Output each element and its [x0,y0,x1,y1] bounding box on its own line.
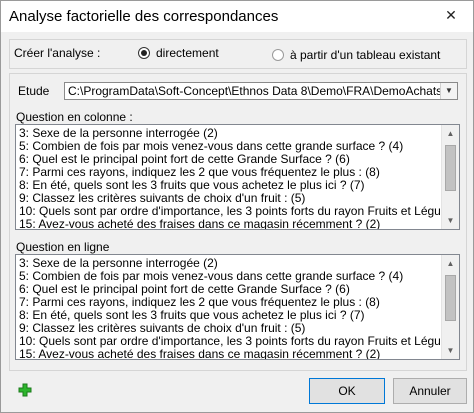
colonne-label: Question en colonne : [16,110,133,124]
radio-selected-dot [141,50,147,56]
list-item[interactable]: 9: Classez les critères suivants de choi… [19,322,305,335]
list-item[interactable]: 8: En été, quels sont les 3 fruits que v… [19,309,365,322]
list-item[interactable]: 15: Avez-vous acheté des fraises dans ce… [19,218,380,230]
list-item[interactable]: 3: Sexe de la personne interrogée (2) [19,257,218,270]
dialog-window: Analyse factorielle des correspondances … [0,0,474,413]
list-item[interactable]: 10: Quels sont par ordre d'importance, l… [19,205,459,218]
radio-directement[interactable] [138,47,150,59]
radio-tableau-existant[interactable] [272,49,284,61]
list-item[interactable]: 10: Quels sont par ordre d'importance, l… [19,335,459,348]
ligne-scrollbar[interactable]: ▲ ▼ [441,255,459,359]
scroll-down-icon[interactable]: ▼ [442,212,459,229]
list-item[interactable]: 15: Avez-vous acheté des fraises dans ce… [19,348,380,360]
scroll-up-icon[interactable]: ▲ [442,255,459,272]
ligne-label: Question en ligne [16,240,110,254]
etude-label: Etude [18,84,50,98]
radio-tableau-existant-label[interactable]: à partir d'un tableau existant [290,48,440,62]
list-item[interactable]: 7: Parmi ces rayons, indiquez les 2 que … [19,166,380,179]
scroll-down-icon[interactable]: ▼ [442,342,459,359]
title-bar: Analyse factorielle des correspondances … [1,1,473,32]
list-item[interactable]: 3: Sexe de la personne interrogée (2) [19,127,218,140]
scroll-up-icon[interactable]: ▲ [442,125,459,142]
dialog-title: Analyse factorielle des correspondances [9,8,279,25]
etude-combobox[interactable]: C:\ProgramData\Soft-Concept\Ethnos Data … [64,82,458,100]
etude-path: C:\ProgramData\Soft-Concept\Ethnos Data … [68,84,458,98]
ok-button[interactable]: OK [309,378,385,404]
radio-directement-label[interactable]: directement [156,46,219,60]
scroll-thumb[interactable] [445,275,456,321]
ligne-listbox[interactable]: 15: Avez-vous acheté des fraises dans ce… [15,254,460,360]
colonne-listbox[interactable]: 15: Avez-vous acheté des fraises dans ce… [15,124,460,230]
colonne-scrollbar[interactable]: ▲ ▼ [441,125,459,229]
create-analysis-group: Créer l'analyse : directement à partir d… [9,39,467,69]
list-item[interactable]: 8: En été, quels sont les 3 fruits que v… [19,179,365,192]
scroll-thumb[interactable] [445,145,456,191]
chevron-down-icon[interactable]: ▼ [440,83,457,99]
cancel-button[interactable]: Annuler [393,378,467,404]
list-item[interactable]: 6: Quel est le principal point fort de c… [19,283,350,296]
questions-group: Etude C:\ProgramData\Soft-Concept\Ethnos… [9,73,467,371]
list-item[interactable]: 9: Classez les critères suivants de choi… [19,192,305,205]
list-item[interactable]: 6: Quel est le principal point fort de c… [19,153,350,166]
create-analysis-label: Créer l'analyse : [14,46,101,60]
list-item[interactable]: 5: Combien de fois par mois venez-vous d… [19,140,403,153]
close-icon[interactable]: ✕ [443,7,459,23]
list-item[interactable]: 7: Parmi ces rayons, indiquez les 2 que … [19,296,380,309]
list-item[interactable]: 5: Combien de fois par mois venez-vous d… [19,270,403,283]
add-icon[interactable] [18,383,32,397]
